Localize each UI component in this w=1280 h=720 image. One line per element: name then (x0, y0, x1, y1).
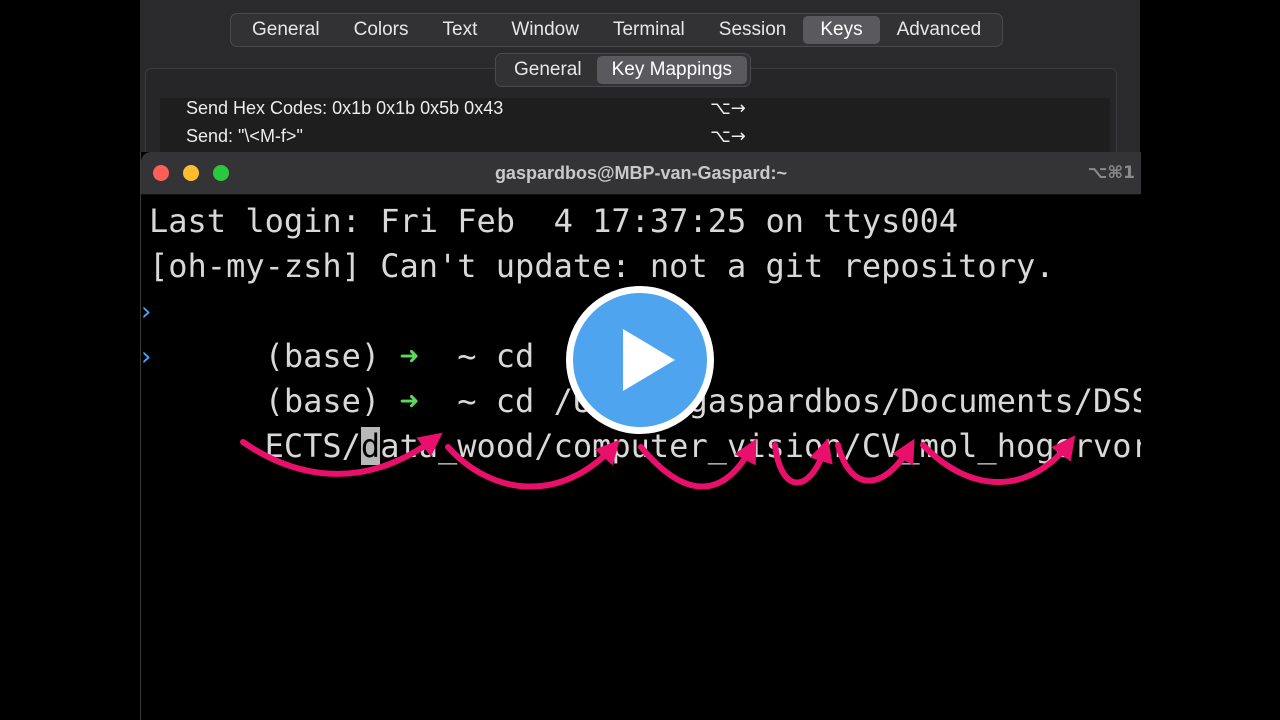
terminal-content[interactable]: Last login: Fri Feb 4 17:37:25 on ttys00… (141, 195, 1141, 720)
keys-subtab-bar: General Key Mappings (495, 53, 752, 87)
jump-arrow-4 (772, 438, 833, 486)
mapping-shortcut: ⌥→ (710, 98, 746, 119)
window-shortcut: ⌥⌘1 (1087, 163, 1135, 183)
tab-terminal[interactable]: Terminal (596, 16, 702, 44)
play-button-circle (573, 293, 707, 427)
jump-arrow-6 (920, 435, 1076, 485)
key-mapping-row[interactable]: Send: "\<M-f>" ⌥→ (186, 126, 1086, 154)
jump-arrow-5 (835, 438, 915, 484)
preferences-tab-bar: General Colors Text Window Terminal Sess… (230, 13, 1004, 47)
tab-session[interactable]: Session (702, 16, 804, 44)
terminal-window: gaspardbos@MBP-van-Gaspard:~ ⌥⌘1 Last lo… (140, 152, 1141, 720)
mapping-action: Send Hex Codes: 0x1b 0x1b 0x5b 0x43 (186, 98, 504, 118)
tab-keys[interactable]: Keys (803, 16, 880, 44)
key-mapping-row[interactable]: Send Hex Codes: 0x1b 0x1b 0x5b 0x43 ⌥→ (186, 98, 1086, 126)
key-mapping-list: Send Hex Codes: 0x1b 0x1b 0x5b 0x43 ⌥→ S… (160, 98, 1110, 160)
jump-arrow-1 (240, 432, 443, 477)
tab-advanced[interactable]: Advanced (880, 16, 999, 44)
subtab-general[interactable]: General (499, 56, 597, 84)
terminal-titlebar[interactable]: gaspardbos@MBP-van-Gaspard:~ ⌥⌘1 (141, 152, 1141, 195)
tab-window[interactable]: Window (494, 16, 596, 44)
preferences-window: General Colors Text Window Terminal Sess… (140, 0, 1140, 161)
word-jump-arrows (240, 432, 1076, 490)
subtab-key-mappings[interactable]: Key Mappings (596, 56, 748, 84)
jump-arrow-2 (445, 439, 620, 490)
mapping-action: Send: "\<M-f>" (186, 126, 303, 146)
play-icon (623, 329, 675, 391)
play-button[interactable] (566, 286, 714, 434)
tab-text[interactable]: Text (426, 16, 495, 44)
window-title: gaspardbos@MBP-van-Gaspard:~ (494, 163, 788, 183)
tab-colors[interactable]: Colors (337, 16, 426, 44)
tab-general[interactable]: General (235, 16, 337, 44)
jump-arrow-3 (638, 438, 757, 490)
mapping-shortcut: ⌥→ (710, 126, 746, 147)
